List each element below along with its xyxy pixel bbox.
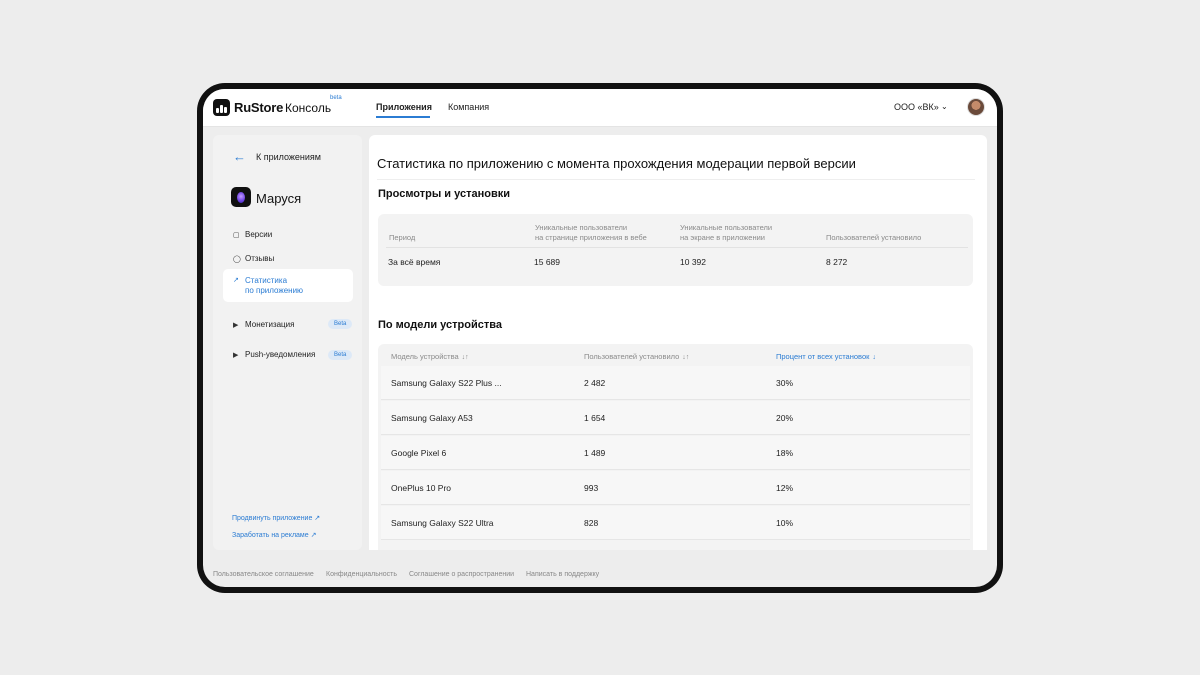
nav-apps[interactable]: Приложения <box>376 102 432 112</box>
table-cell: 1 654 <box>584 413 606 423</box>
table-row[interactable]: Samsung Galaxy S22 Plus ... 2 482 30% <box>381 366 970 400</box>
footer-privacy-link[interactable]: Конфиденциальность <box>326 571 397 578</box>
chart-icon: ↗ <box>233 277 239 284</box>
sort-down-icon[interactable]: ↓ <box>872 354 876 361</box>
app-name: Маруся <box>256 191 302 206</box>
column-header: Период <box>389 233 416 242</box>
table-cell: Google Pixel 6 <box>391 448 447 458</box>
sidebar-item-label: Отзывы <box>245 254 275 263</box>
sidebar-item-reviews[interactable]: ◯ Отзывы <box>233 254 274 263</box>
table-cell: 2 482 <box>584 378 606 388</box>
sidebar-item-label: Версии <box>245 230 273 239</box>
org-selector[interactable]: ООО «ВК» <box>894 102 939 112</box>
sidebar-item-label: Монетизация <box>245 320 295 329</box>
table-cell: 20% <box>776 413 794 423</box>
beta-badge: Beta <box>328 350 353 360</box>
page-title: Статистика по приложению с момента прохо… <box>377 156 856 171</box>
beta-label: beta <box>330 95 342 101</box>
top-header: RuStore Консоль beta Приложения Компания… <box>203 89 997 127</box>
table-row[interactable]: OnePlus 10 Pro 993 12% <box>381 471 970 505</box>
nav-company[interactable]: Компания <box>448 102 489 112</box>
column-header: Уникальные пользователи на экране в прил… <box>680 223 773 242</box>
nav-active-indicator <box>376 116 430 118</box>
table-cell: 1 489 <box>584 448 606 458</box>
sidebar-item-label: Статистика по приложению <box>245 276 304 295</box>
column-header-label: Модель устройства <box>391 352 459 361</box>
column-header-label: Пользователей установило <box>584 352 680 361</box>
chat-icon: ◯ <box>233 255 241 263</box>
table-cell: Samsung Galaxy S22 Plus ... <box>391 378 502 388</box>
arrow-left-icon: ← <box>233 149 246 164</box>
sidebar-item-monetization[interactable]: ▶ Монетизация <box>233 320 294 329</box>
devices-table: Модель устройства ↓↑ Пользователей устано… <box>378 344 973 550</box>
rustore-logo-icon[interactable] <box>213 99 230 116</box>
table-cell: 993 <box>584 483 599 493</box>
views-table: Период Уникальные пользователи на страни… <box>378 214 973 286</box>
table-cell: 12% <box>776 483 794 493</box>
footer-terms-link[interactable]: Пользовательское соглашение <box>213 571 314 578</box>
avatar[interactable] <box>967 98 985 116</box>
brand-name[interactable]: RuStore <box>234 100 283 115</box>
table-cell: 10% <box>776 518 794 528</box>
table-cell: За всё время <box>388 257 441 267</box>
caret-right-icon: ▶ <box>233 351 239 359</box>
divider <box>377 179 975 180</box>
sidebar-item-statistics[interactable]: ↗ Статистика по приложению <box>233 276 303 296</box>
table-cell: 10 392 <box>680 257 706 267</box>
column-header: Пользователей установило <box>826 233 922 242</box>
table-row[interactable]: Samsung Galaxy S22 Ultra 828 10% <box>381 506 970 540</box>
column-header-label: Процент от всех установок <box>776 352 870 361</box>
table-cell: 30% <box>776 378 794 388</box>
back-label: К приложениям <box>256 152 321 162</box>
sidebar-item-push[interactable]: ▶ Push-уведомления <box>233 350 315 359</box>
promote-app-link[interactable]: Продвинуть приложение ↗ <box>232 514 320 522</box>
sidebar: ← К приложениям Маруся ▢ Версии ◯ Отзывы… <box>213 135 362 550</box>
chevron-down-icon[interactable]: ⌄ <box>941 102 948 111</box>
column-header: Уникальные пользователи на странице прил… <box>535 223 647 242</box>
sidebar-item-versions[interactable]: ▢ Версии <box>233 230 272 239</box>
column-header-installs[interactable]: Пользователей установило ↓↑ <box>584 352 689 361</box>
app-icon <box>231 187 251 207</box>
footer-support-link[interactable]: Написать в поддержку <box>526 571 599 578</box>
earn-ads-link[interactable]: Заработать на рекламе ↗ <box>232 531 316 539</box>
sort-icon[interactable]: ↓↑ <box>462 354 469 361</box>
tablet-frame: RuStore Консоль beta Приложения Компания… <box>197 83 1003 593</box>
sidebar-item-label: Push-уведомления <box>245 350 316 359</box>
table-row[interactable]: Google Pixel 6 1 489 18% <box>381 436 970 470</box>
beta-badge: Beta <box>328 319 353 329</box>
console-label: Консоль <box>285 101 332 115</box>
table-cell: Samsung Galaxy S22 Ultra <box>391 518 494 528</box>
table-cell: 8 272 <box>826 257 848 267</box>
back-to-apps-link[interactable]: ← К приложениям <box>233 149 321 164</box>
version-icon: ▢ <box>233 231 240 239</box>
footer-distribution-link[interactable]: Соглашение о распространении <box>409 571 514 578</box>
devices-section-title: По модели устройства <box>378 319 502 331</box>
divider <box>386 247 968 248</box>
screen: RuStore Консоль beta Приложения Компания… <box>203 89 997 587</box>
sort-icon[interactable]: ↓↑ <box>682 354 689 361</box>
main-content: Статистика по приложению с момента прохо… <box>369 135 987 550</box>
table-cell: 18% <box>776 448 794 458</box>
table-cell: OnePlus 10 Pro <box>391 483 452 493</box>
table-cell: 15 689 <box>534 257 560 267</box>
table-row[interactable]: Samsung Galaxy A53 1 654 20% <box>381 401 970 435</box>
caret-right-icon: ▶ <box>233 321 239 329</box>
table-cell: 828 <box>584 518 599 528</box>
column-header-percent[interactable]: Процент от всех установок ↓ <box>776 352 876 361</box>
views-section-title: Просмотры и установки <box>378 188 510 200</box>
column-header-model[interactable]: Модель устройства ↓↑ <box>391 352 469 361</box>
table-cell: Samsung Galaxy A53 <box>391 413 473 423</box>
